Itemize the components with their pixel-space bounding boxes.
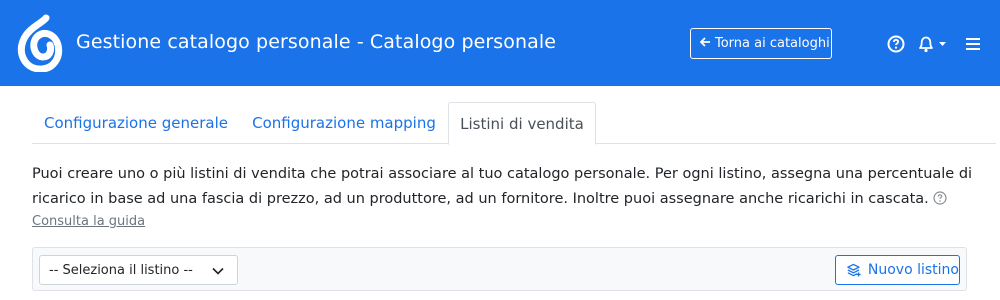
back-button-label: Torna ai cataloghi [715,36,830,51]
description-text: Puoi creare uno o più listini di vendita… [32,162,982,214]
tab-configurazione-generale[interactable]: Configurazione generale [32,102,240,144]
tab-label: Configurazione mapping [252,114,436,132]
hamburger-menu-icon[interactable] [964,34,982,53]
tab-label: Configurazione generale [44,114,228,132]
arrow-left-icon [699,36,711,52]
price-list-toolbar: -- Seleziona il listino -- Nuovo listino [32,247,967,291]
back-to-catalogs-button[interactable]: Torna ai cataloghi [690,28,832,59]
new-button-label: Nuovo listino [867,262,959,278]
guide-link[interactable]: Consulta la guida [32,214,145,229]
description-body: Puoi creare uno o più listini di vendita… [32,166,973,207]
tab-label: Listini di vendita [460,114,584,133]
app-logo[interactable] [10,14,66,73]
page-title: Gestione catalogo personale - Catalogo p… [76,31,557,53]
help-circle-icon[interactable] [886,34,905,53]
chevron-down-icon [212,265,224,280]
price-list-select[interactable]: -- Seleziona il listino -- [39,255,238,285]
top-bar: Gestione catalogo personale - Catalogo p… [0,0,1000,86]
tab-listini-di-vendita[interactable]: Listini di vendita [448,102,596,145]
tab-bar: Configurazione generale Configurazione m… [32,102,996,145]
bell-icon [919,36,933,49]
layers-plus-icon [847,263,861,277]
info-help-icon[interactable] [933,189,947,214]
tab-configurazione-mapping[interactable]: Configurazione mapping [240,102,448,144]
select-value: -- Seleziona il listino -- [49,262,193,278]
caret-down-icon [939,42,946,46]
notifications-dropdown[interactable] [917,34,951,53]
new-price-list-button[interactable]: Nuovo listino [835,255,960,285]
